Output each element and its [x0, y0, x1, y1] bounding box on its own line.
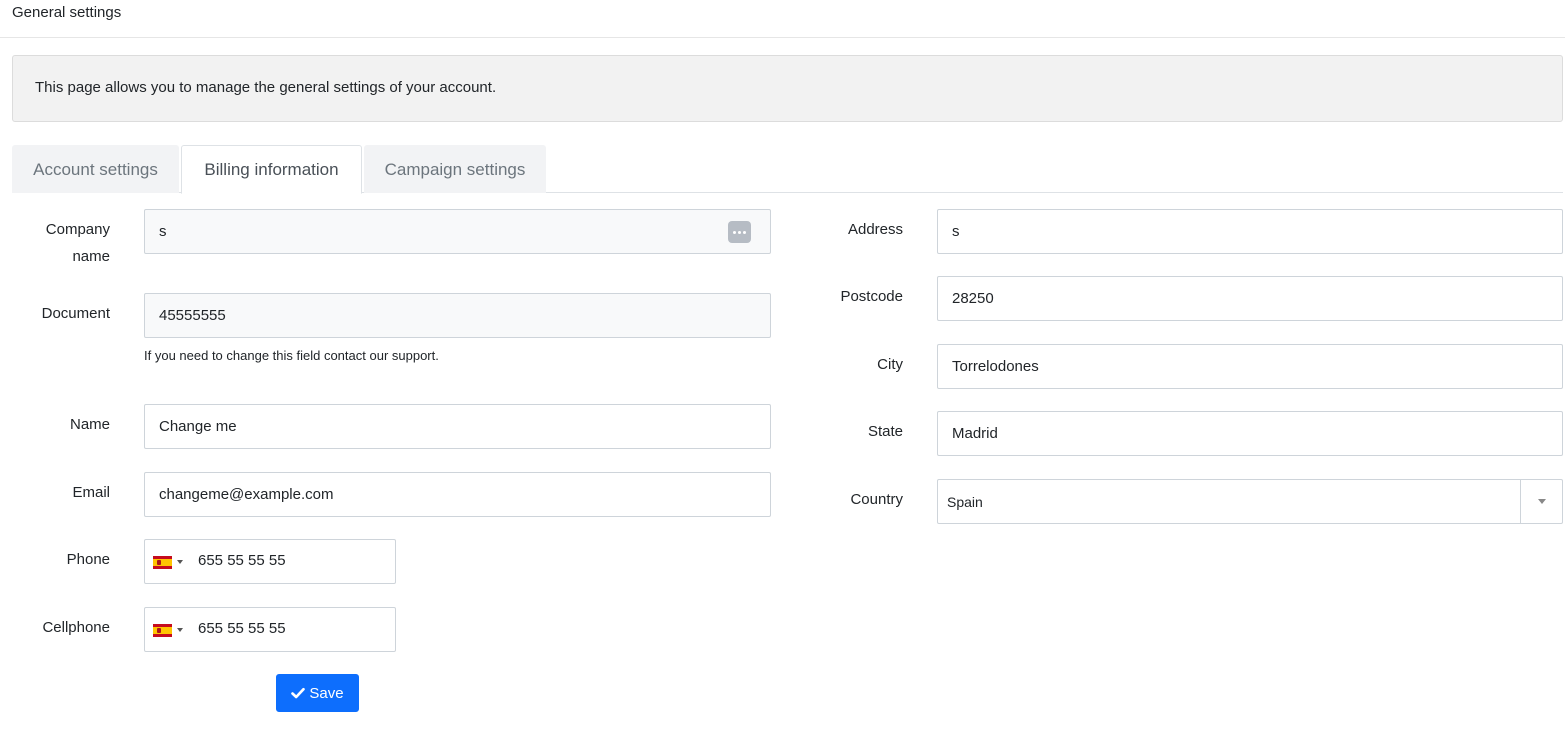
chevron-down-icon	[177, 560, 183, 564]
postcode-value: 28250	[952, 290, 994, 307]
state-label: State	[867, 423, 903, 440]
tab-account-settings[interactable]: Account settings	[12, 145, 179, 193]
page-title: General settings	[12, 4, 122, 21]
spain-flag-icon	[153, 555, 172, 569]
save-button[interactable]: Save	[276, 674, 359, 712]
company-name-label: Company name	[20, 216, 110, 270]
company-name-label-line2: name	[72, 248, 110, 265]
document-input[interactable]: 45555555	[144, 293, 771, 338]
country-label: Country	[850, 491, 903, 508]
company-name-label-line1: Company	[45, 221, 110, 238]
cellphone-label: Cellphone	[42, 619, 110, 636]
email-input[interactable]: changeme@example.com	[144, 472, 771, 517]
cellphone-country-selector[interactable]	[153, 622, 183, 638]
name-value: Change me	[159, 418, 237, 435]
postcode-input[interactable]: 28250	[937, 276, 1563, 321]
address-value: s	[952, 223, 960, 240]
select-arrow[interactable]	[1520, 480, 1562, 523]
tab-billing-information[interactable]: Billing information	[181, 145, 362, 194]
chevron-down-icon	[1537, 499, 1546, 504]
address-label: Address	[847, 221, 903, 238]
page-header: General settings	[0, 0, 1565, 38]
city-input[interactable]: Torrelodones	[937, 344, 1563, 389]
spain-flag-icon	[153, 623, 172, 637]
phone-label: Phone	[66, 551, 110, 568]
address-input[interactable]: s	[937, 209, 1563, 254]
cellphone-input[interactable]: 655 55 55 55	[144, 607, 396, 652]
info-text: This page allows you to manage the gener…	[35, 79, 497, 96]
cellphone-value: 655 55 55 55	[198, 620, 286, 637]
name-input[interactable]: Change me	[144, 404, 771, 449]
tab-campaign-settings[interactable]: Campaign settings	[364, 145, 546, 193]
document-value: 45555555	[159, 307, 226, 324]
more-dots-icon[interactable]	[728, 221, 751, 243]
phone-input[interactable]: 655 55 55 55	[144, 539, 396, 584]
state-value: Madrid	[952, 425, 998, 442]
company-name-input[interactable]: s	[144, 209, 771, 254]
check-icon	[291, 687, 306, 699]
document-label: Document	[41, 305, 110, 322]
postcode-label: Postcode	[840, 288, 903, 305]
chevron-down-icon	[177, 628, 183, 632]
settings-tabs: Account settings Billing information Cam…	[12, 145, 1563, 194]
email-value: changeme@example.com	[159, 486, 334, 503]
info-alert: This page allows you to manage the gener…	[12, 55, 1563, 122]
save-button-label: Save	[309, 684, 344, 702]
document-help-text: If you need to change this field contact…	[144, 348, 439, 363]
country-value: Spain	[947, 493, 983, 510]
city-label: City	[877, 356, 903, 373]
email-label: Email	[72, 484, 110, 501]
city-value: Torrelodones	[952, 358, 1039, 375]
company-name-value: s	[159, 223, 167, 240]
phone-value: 655 55 55 55	[198, 552, 286, 569]
country-select[interactable]: Spain	[937, 479, 1563, 524]
state-input[interactable]: Madrid	[937, 411, 1563, 456]
phone-country-selector[interactable]	[153, 554, 183, 570]
name-label: Name	[69, 416, 110, 433]
